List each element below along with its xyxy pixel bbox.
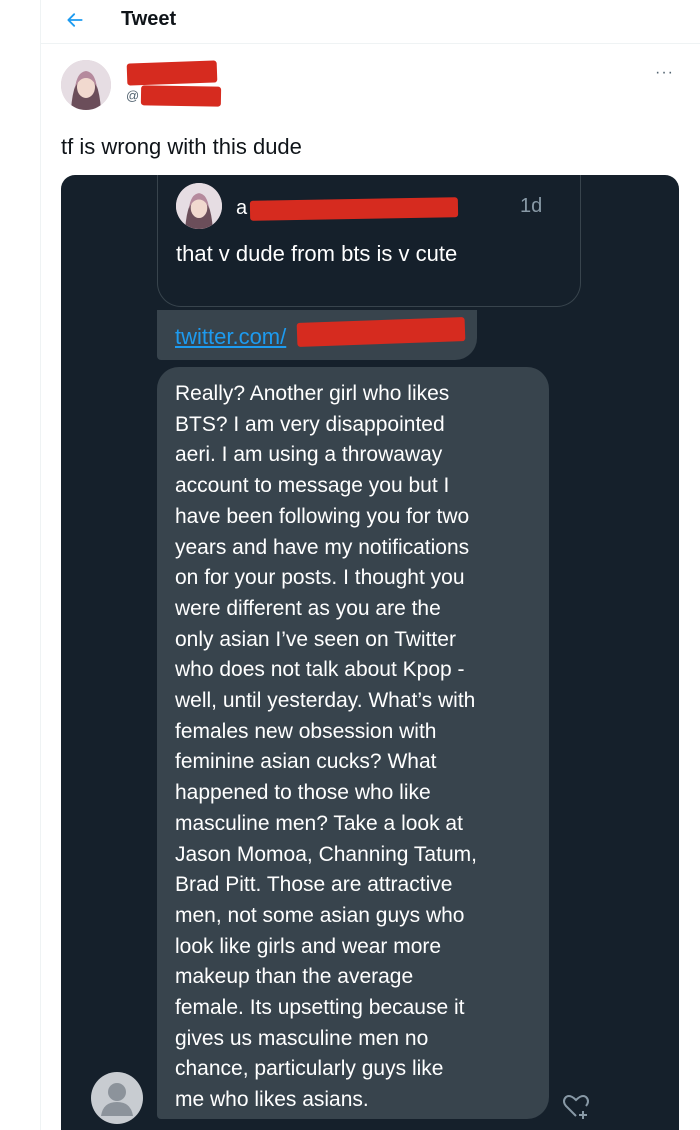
direct-message-bubble: Really? Another girl who likes BTS? I am… [157, 367, 549, 1119]
heart-plus-icon-graphic [563, 1095, 589, 1119]
tweet-page: Tweet @ ··· tf is wrong with this dude a [40, 0, 700, 1130]
quoted-tweet-text: that v dude from bts is v cute [176, 241, 458, 266]
quoted-author-avatar [176, 183, 222, 229]
author-avatar[interactable] [61, 60, 111, 110]
back-button[interactable] [61, 6, 89, 34]
heart-plus-icon[interactable] [559, 1089, 593, 1123]
shared-link[interactable]: twitter.com/ [175, 324, 286, 350]
redacted-handle [140, 85, 222, 107]
direct-message-text: Really? Another girl who likes BTS? I am… [175, 382, 477, 1112]
quoted-author-name: a [236, 197, 248, 219]
redacted-quoted-name [249, 197, 459, 221]
redacted-display-name [126, 60, 218, 86]
page-header: Tweet [41, 0, 700, 44]
author-handle: @ [126, 88, 140, 103]
quoted-timestamp: 1d [520, 195, 543, 217]
tweet-text: tf is wrong with this dude [61, 134, 302, 159]
avatar-photo [176, 183, 222, 229]
redacted-link-path [296, 317, 466, 347]
quoted-tweet: a 1d that v dude from bts is v cute [157, 175, 581, 307]
page-title: Tweet [121, 8, 177, 30]
default-user-icon-graphic [101, 1083, 133, 1116]
link-message-bubble: twitter.com/ [157, 310, 477, 360]
arrow-left-icon [67, 13, 83, 27]
more-options-button[interactable]: ··· [655, 64, 674, 82]
avatar-photo [61, 60, 111, 110]
attached-screenshot[interactable]: a 1d that v dude from bts is v cute twit… [61, 175, 679, 1130]
default-user-icon[interactable] [91, 1072, 143, 1124]
